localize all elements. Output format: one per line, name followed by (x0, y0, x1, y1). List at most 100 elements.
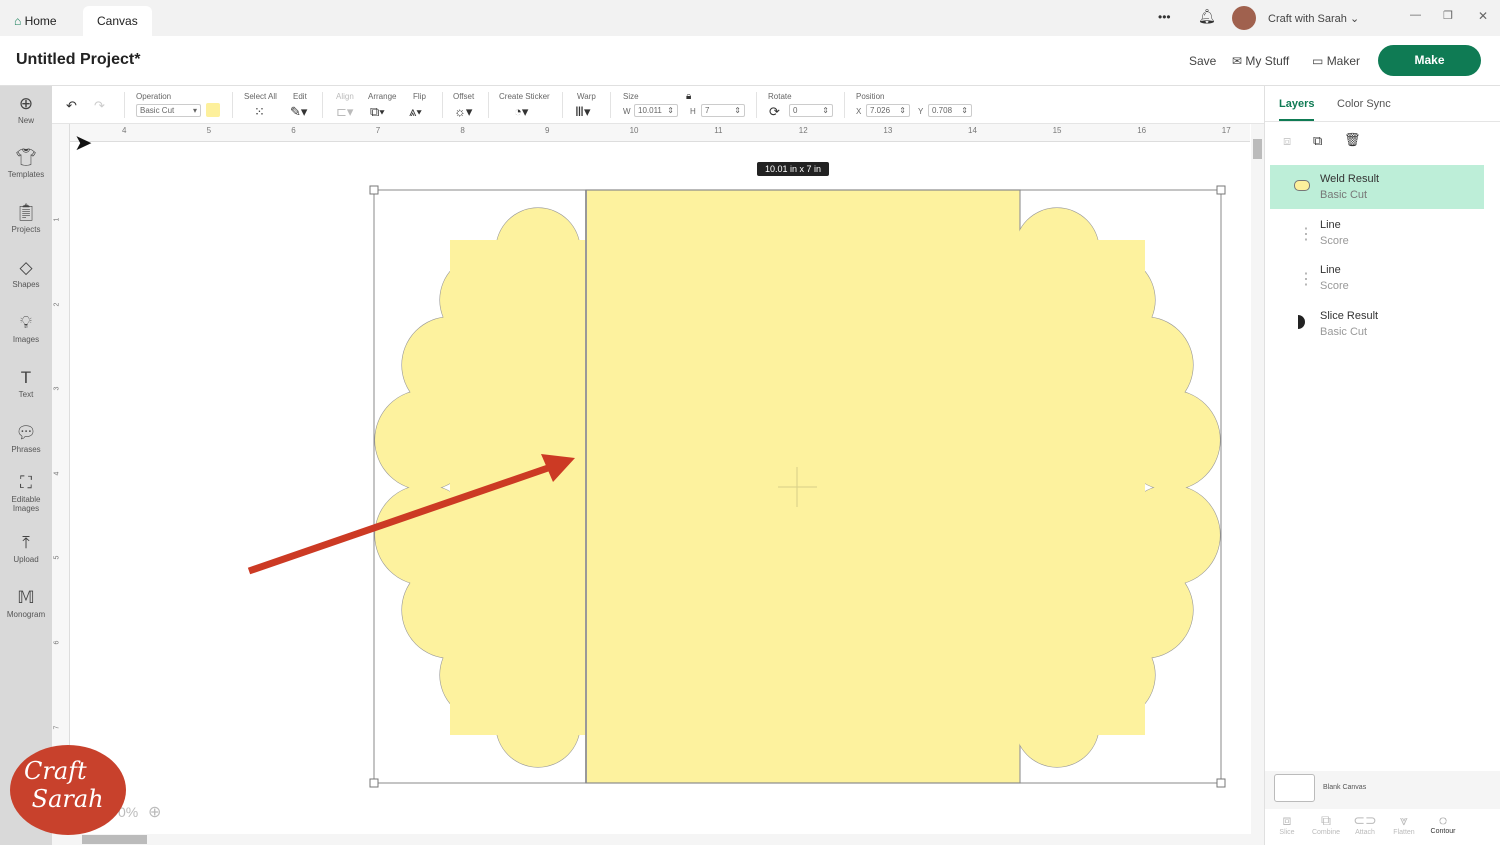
y-label: Y (918, 107, 924, 116)
mouse-cursor-icon: ➤ (74, 130, 93, 155)
trash-icon[interactable]: 🗑︎ (1344, 132, 1361, 148)
lock-icon[interactable]: 🔒︎ (686, 91, 691, 102)
blank-canvas-row[interactable]: Blank Canvas (1265, 771, 1500, 809)
tab-color-sync[interactable]: Color Sync (1337, 98, 1391, 110)
height-input[interactable]: 7 ⇕ (701, 104, 745, 117)
sidebar-item-text[interactable]: T Text (0, 368, 52, 399)
sidebar-item-shapes[interactable]: ◇ Shapes (0, 258, 52, 289)
operation-select[interactable]: Basic Cut ▾ (136, 104, 201, 117)
avatar[interactable] (1232, 6, 1256, 30)
ruler-number: 3 (53, 386, 61, 391)
warp-icon[interactable]: Ⅲ▾ (575, 104, 591, 120)
x-label: X (856, 107, 862, 116)
flip-icon[interactable]: ⩓▾ (409, 104, 422, 120)
sidebar-item-new[interactable]: ⊕ New (0, 94, 52, 125)
slice-shape-icon (1298, 314, 1305, 334)
shirt-icon: 👕︎ (15, 148, 37, 167)
restore-button[interactable]: ❐ (1443, 9, 1453, 22)
tab-layers[interactable]: Layers (1279, 98, 1315, 121)
tab-home[interactable]: ⌂ Home (0, 6, 71, 36)
ruler-number: 12 (798, 126, 808, 135)
design-canvas[interactable] (70, 142, 1250, 834)
ruler-number: 4 (53, 471, 61, 476)
layer-color-swatch[interactable] (206, 103, 220, 117)
duplicate-icon[interactable]: ⧉ (1313, 133, 1322, 149)
slice-button[interactable]: ⧈ Slice (1267, 812, 1307, 836)
attach-button[interactable]: ⊂⊃ Attach (1345, 812, 1385, 836)
attach-icon: ⊂⊃ (1353, 812, 1377, 828)
select-all-label: Select All (244, 92, 277, 101)
project-title: Untitled Project* (16, 51, 141, 68)
sidebar-item-images[interactable]: 💡︎ Images (0, 313, 52, 344)
sidebar-item-projects[interactable]: 📋︎ Projects (0, 203, 52, 234)
pencil-icon[interactable]: ✎▾ (290, 104, 307, 120)
sidebar-item-phrases[interactable]: 💬︎ Phrases (0, 423, 52, 454)
group-icon[interactable]: ⧈ (1283, 133, 1291, 149)
combine-button[interactable]: ⧉ Combine (1306, 812, 1346, 836)
flatten-icon: ⩔ (1400, 812, 1408, 828)
sticker-icon[interactable]: ◔▾ (514, 104, 528, 120)
sidebar-item-monogram[interactable]: 𝕄 Monogram (0, 588, 52, 619)
y-input[interactable]: 0.708 ⇕ (928, 104, 972, 117)
flip-label: Flip (413, 92, 426, 101)
divider (1265, 121, 1500, 122)
size-tooltip: 10.01 in x 7 in (757, 162, 830, 176)
arrange-icon[interactable]: ⧉▾ (370, 104, 385, 120)
minimize-button[interactable]: — (1410, 9, 1421, 21)
canvas-swatch[interactable] (1274, 774, 1315, 802)
user-menu[interactable]: Craft with Sarah ⌄ (1268, 12, 1359, 25)
contour-button[interactable]: ◌ Contour (1423, 812, 1463, 835)
sidebar-item-templates[interactable]: 👕︎ Templates (0, 148, 52, 179)
tab-canvas[interactable]: Canvas (83, 6, 152, 36)
maker-button[interactable]: ▭ Maker (1312, 54, 1360, 68)
divider (322, 92, 323, 118)
sidebar-item-upload[interactable]: ⤒ Upload (0, 533, 52, 564)
bell-icon[interactable]: 🔔︎ (1198, 8, 1216, 25)
width-input[interactable]: 10.011 ⇕ (634, 104, 678, 117)
divider (756, 92, 757, 118)
close-button[interactable]: ✕ (1478, 9, 1488, 23)
horizontal-scrollbar[interactable] (52, 834, 1264, 845)
editable-image-icon: ⛶ (20, 473, 32, 492)
undo-icon[interactable]: ↶ (66, 98, 77, 114)
weld-shape-icon (1294, 178, 1310, 196)
offset-icon[interactable]: ☼▾ (454, 104, 472, 120)
edit-toolbar: ↶ ↷ Operation Basic Cut ▾ Select All ⁙ Ed… (52, 86, 1264, 124)
my-stuff-button[interactable]: ✉ My Stuff (1232, 54, 1289, 68)
more-button[interactable]: ••• (1158, 10, 1171, 24)
machine-icon: ▭ (1312, 54, 1324, 68)
save-button[interactable]: Save (1189, 54, 1216, 68)
size-label: Size (623, 92, 639, 101)
flatten-button[interactable]: ⩔ Flatten (1384, 812, 1424, 836)
align-icon[interactable]: ⊏▾ (336, 104, 353, 120)
w-label: W (623, 107, 631, 116)
divider (488, 92, 489, 118)
zoom-in-button[interactable]: ⊕ (148, 802, 161, 822)
layer-item[interactable]: ⋮ Line Score (1270, 211, 1484, 255)
caret-icon: ▾ (192, 106, 197, 115)
ruler-number: 11 (714, 126, 723, 135)
make-button[interactable]: Make (1378, 45, 1481, 76)
vertical-scrollbar[interactable] (1251, 124, 1264, 834)
layer-item[interactable]: Slice Result Basic Cut (1270, 302, 1484, 346)
combine-icon: ⧉ (1321, 812, 1331, 828)
horizontal-ruler: 4 5 6 7 8 9 10 11 12 13 14 15 16 17 (52, 124, 1250, 142)
score-line-icon: ⋮ (1298, 271, 1314, 288)
x-input[interactable]: 7.026 ⇕ (866, 104, 910, 117)
position-label: Position (856, 92, 885, 101)
title-bar: ⌂ Home Canvas ••• 🔔︎ Craft with Sarah ⌄ … (0, 0, 1500, 36)
clipboard-icon: 📋︎ (15, 203, 37, 222)
lightbulb-icon: 💡︎ (20, 313, 32, 332)
redo-icon[interactable]: ↷ (94, 98, 105, 114)
ruler-number: 15 (1052, 126, 1062, 135)
ruler-number: 8 (460, 126, 465, 135)
ruler-number: 5 (206, 126, 212, 135)
sidebar-item-editable-images[interactable]: ⛶ Editable Images (0, 473, 52, 513)
select-all-icon[interactable]: ⁙ (254, 104, 265, 120)
layer-item[interactable]: ⋮ Line Score (1270, 256, 1484, 300)
rotate-input[interactable]: 0 ⇕ (789, 104, 833, 117)
layer-item[interactable]: Weld Result Basic Cut (1270, 165, 1484, 209)
craft-with-sarah-logo: Craft Sarah (10, 745, 126, 835)
offset-label: Offset (453, 92, 475, 101)
contour-icon: ◌ (1438, 812, 1448, 828)
